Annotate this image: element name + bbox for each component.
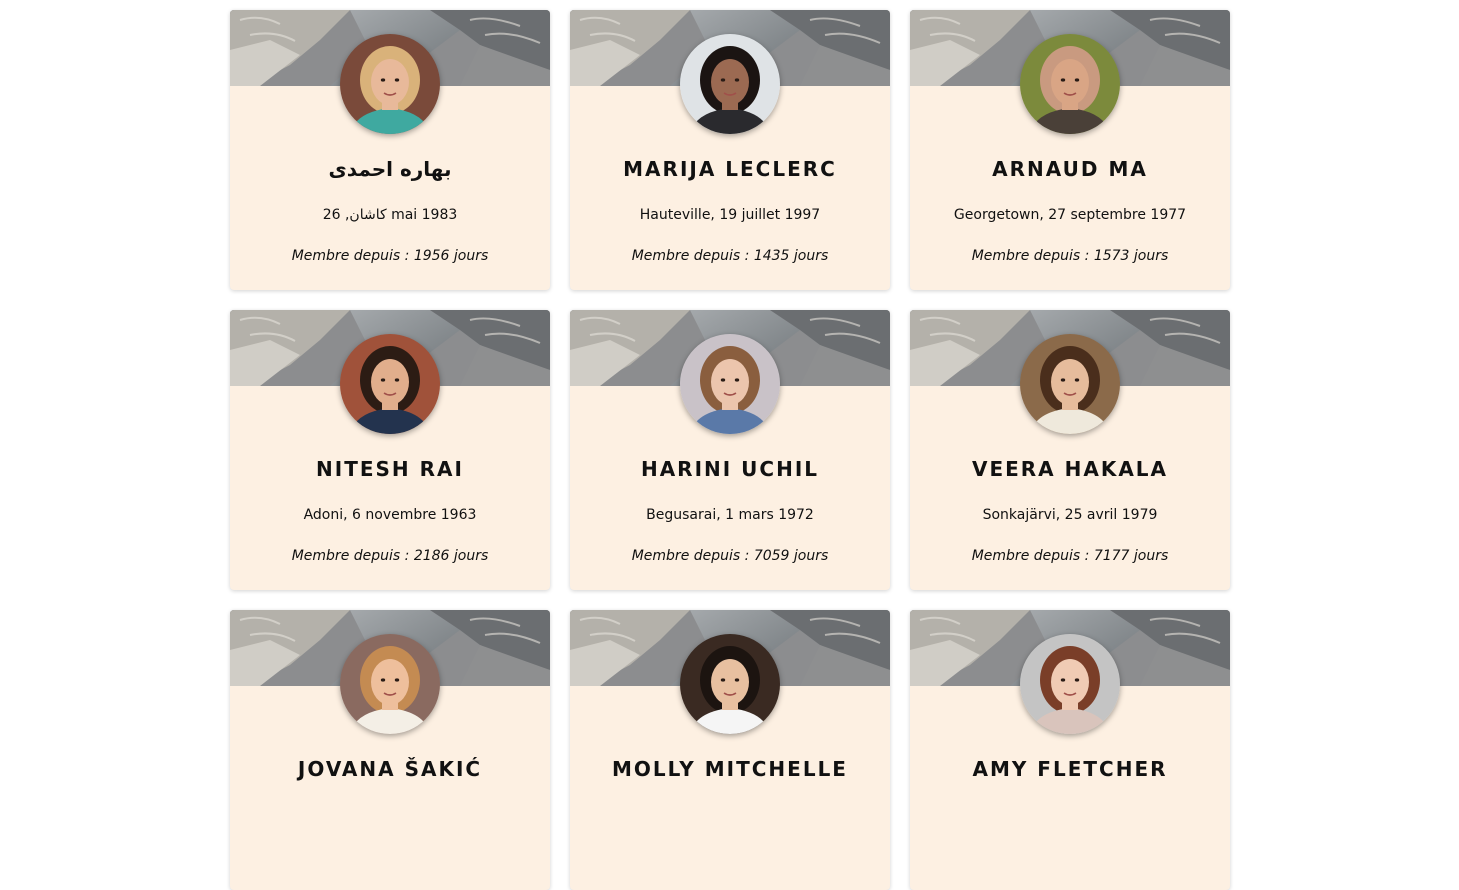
- profile-name: بهاره احمدی: [328, 157, 452, 181]
- profile-member-since: Membre depuis : 1573 jours: [971, 248, 1169, 264]
- profile-card[interactable]: ARNAUD MA Georgetown, 27 septembre 1977 …: [910, 10, 1230, 290]
- profile-birth: Adoni, 6 novembre 1963: [303, 507, 477, 523]
- profile-birth: Sonkajärvi, 25 avril 1979: [982, 507, 1158, 523]
- avatar: [1020, 634, 1120, 734]
- avatar: [340, 634, 440, 734]
- profile-card[interactable]: JOVANA ŠAKIĆ: [230, 610, 550, 890]
- profile-member-since: Membre depuis : 1956 jours: [291, 248, 489, 264]
- profile-grid: بهاره احمدی کاشان, 26 mai 1983 Membre de…: [230, 10, 1230, 890]
- profile-birth: Hauteville, 19 juillet 1997: [639, 207, 821, 223]
- profile-member-since: Membre depuis : 1435 jours: [631, 248, 829, 264]
- profile-birth: Begusarai, 1 mars 1972: [646, 507, 814, 523]
- avatar: [1020, 34, 1120, 134]
- profile-name: MOLLY MITCHELLE: [612, 757, 848, 781]
- profile-card[interactable]: بهاره احمدی کاشان, 26 mai 1983 Membre de…: [230, 10, 550, 290]
- profile-card[interactable]: NITESH RAI Adoni, 6 novembre 1963 Membre…: [230, 310, 550, 590]
- profile-name: VEERA HAKALA: [971, 457, 1169, 481]
- profile-birth: کاشان, 26 mai 1983: [322, 207, 458, 223]
- profile-card[interactable]: AMY FLETCHER: [910, 610, 1230, 890]
- avatar: [340, 34, 440, 134]
- profile-member-since: Membre depuis : 7177 jours: [971, 548, 1169, 564]
- avatar: [680, 634, 780, 734]
- profile-member-since: Membre depuis : 2186 jours: [291, 548, 489, 564]
- profile-name: ARNAUD MA: [992, 157, 1148, 181]
- avatar: [1020, 334, 1120, 434]
- profile-name: MARIJA LECLERC: [623, 157, 837, 181]
- profile-birth: Georgetown, 27 septembre 1977: [953, 207, 1187, 223]
- profile-card[interactable]: VEERA HAKALA Sonkajärvi, 25 avril 1979 M…: [910, 310, 1230, 590]
- avatar: [680, 334, 780, 434]
- profile-card[interactable]: MOLLY MITCHELLE: [570, 610, 890, 890]
- avatar: [340, 334, 440, 434]
- profile-name: NITESH RAI: [316, 457, 464, 481]
- profile-name: AMY FLETCHER: [972, 757, 1168, 781]
- profile-name: HARINI UCHIL: [640, 457, 820, 481]
- profile-name: JOVANA ŠAKIĆ: [297, 757, 483, 781]
- profile-card[interactable]: MARIJA LECLERC Hauteville, 19 juillet 19…: [570, 10, 890, 290]
- profile-member-since: Membre depuis : 7059 jours: [631, 548, 829, 564]
- profile-card[interactable]: HARINI UCHIL Begusarai, 1 mars 1972 Memb…: [570, 310, 890, 590]
- avatar: [680, 34, 780, 134]
